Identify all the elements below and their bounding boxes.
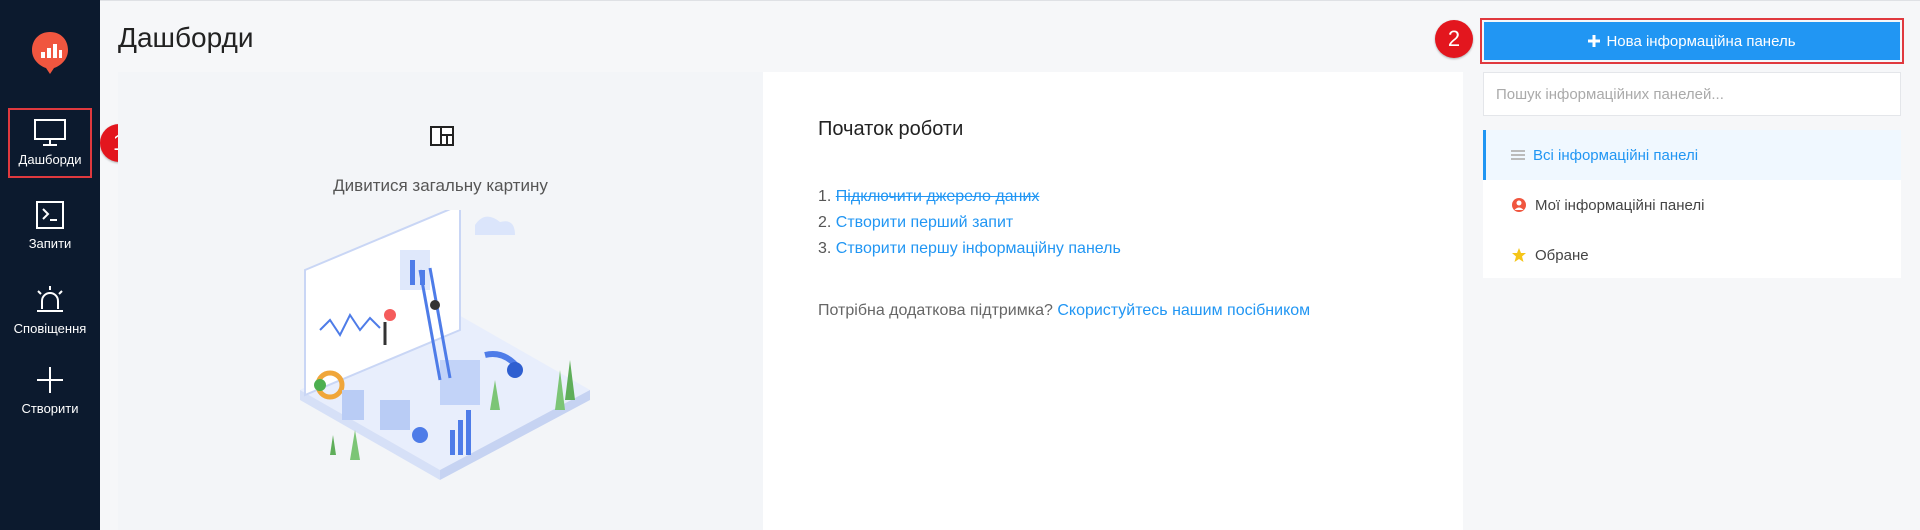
filter-label: Обране [1535,246,1589,264]
create-first-query-link[interactable]: Створити перший запит [836,214,1013,231]
redash-logo-icon[interactable] [30,30,70,74]
dashboard-illustration [300,210,590,480]
help-line: Потрібна додаткова підтримка? Скористуйт… [818,302,1310,320]
search-dashboards-input[interactable] [1483,72,1901,116]
sidebar-item-dashboards[interactable]: Дашборди [8,108,92,178]
filter-my-dashboards[interactable]: Мої інформаційні панелі [1483,180,1901,230]
terminal-icon [36,201,64,229]
help-text: Потрібна додаткова підтримка? [818,302,1053,319]
new-dashboard-button-label: Нова інформаційна панель [1606,32,1796,50]
step-number: 2. [818,214,832,231]
step-number: 3. [818,240,832,257]
getting-started-title: Початок роботи [818,118,964,140]
alarm-icon [37,286,63,312]
filter-favorites[interactable]: Обране [1483,230,1901,280]
dashboard-layout-icon [430,126,454,146]
user-badge-icon [1512,198,1526,212]
list-item: 2. Створити перший запит [818,210,1121,236]
filter-label: Всі інформаційні панелі [1533,146,1699,164]
list-item: 1. Підключити джерело даних [818,184,1121,210]
sidebar-item-label: Запити [28,236,72,251]
plus-icon [1588,35,1601,47]
top-divider [100,0,1920,1]
callout-badge-2: 2 [1435,20,1473,58]
sidebar-item-create[interactable]: Створити [0,365,100,416]
sidebar-item-label: Створити [21,401,79,416]
new-dashboard-button[interactable]: Нова інформаційна панель [1484,22,1900,60]
list-item: 3. Створити першу інформаційну панель [818,236,1121,262]
filter-label: Мої інформаційні панелі [1535,196,1705,214]
new-dashboard-button-highlight: Нова інформаційна панель [1480,18,1904,64]
dashboard-filter-menu: Всі інформаційні панелі Мої інформаційні… [1483,130,1901,278]
create-first-dashboard-link[interactable]: Створити першу інформаційну панель [836,240,1121,257]
overview-caption: Дивитися загальну картину [333,176,548,195]
sidebar-item-alerts[interactable]: Сповіщення [0,285,100,336]
step-number: 1. [818,188,832,205]
monitor-icon [34,119,66,146]
connect-data-source-link[interactable]: Підключити джерело даних [836,188,1040,205]
page-title: Дашборди [118,22,254,53]
user-guide-link[interactable]: Скористуйтесь нашим посібником [1057,302,1310,319]
list-icon [1511,150,1525,160]
plus-icon [37,367,63,393]
sidebar-item-queries[interactable]: Запити [0,200,100,251]
getting-started-list: 1. Підключити джерело даних 2. Створити … [818,184,1121,262]
sidebar-item-label: Сповіщення [13,321,87,336]
sidebar-item-label: Дашборди [18,152,82,167]
star-icon [1512,248,1526,262]
sidebar: Дашборди Запити Сповіщення Створити [0,0,100,530]
filter-all-dashboards[interactable]: Всі інформаційні панелі [1483,130,1901,180]
